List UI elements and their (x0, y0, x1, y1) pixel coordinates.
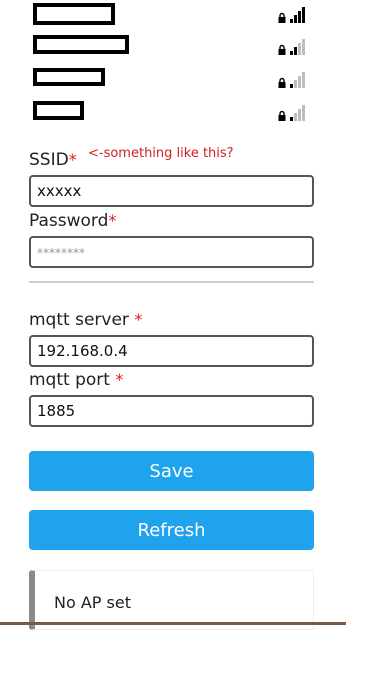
password-input[interactable] (29, 236, 314, 268)
ssid-annotation: <-something like this? (88, 146, 234, 161)
status-message-box: No AP set (29, 570, 314, 630)
mqtt-server-input[interactable] (29, 335, 314, 367)
signal-strength-icon (290, 39, 305, 55)
network-name-redacted (33, 3, 115, 25)
required-marker: * (134, 310, 143, 329)
network-name-redacted (33, 101, 84, 120)
lock-icon (278, 110, 286, 121)
save-button[interactable]: Save (29, 451, 314, 491)
required-marker: * (115, 370, 124, 389)
mqtt-server-label-text: mqtt server (29, 310, 129, 330)
mqtt-port-input[interactable] (29, 395, 314, 427)
mqtt-server-label: mqtt server * (29, 310, 142, 330)
mqtt-port-label-text: mqtt port (29, 370, 110, 390)
password-label-text: Password (29, 211, 109, 231)
signal-strength-icon (290, 105, 305, 121)
lock-icon (278, 12, 286, 23)
network-item[interactable] (33, 68, 305, 90)
divider (29, 281, 314, 283)
network-indicators (278, 3, 305, 23)
mqtt-port-label: mqtt port * (29, 370, 123, 390)
network-name-redacted (33, 68, 105, 86)
network-name-redacted (33, 35, 129, 54)
ssid-input[interactable] (29, 175, 314, 207)
network-indicators (278, 68, 305, 88)
required-marker: * (108, 211, 117, 230)
network-item[interactable] (33, 3, 305, 25)
network-item[interactable] (33, 101, 305, 123)
signal-strength-icon (290, 7, 305, 23)
ssid-label: SSID* (29, 150, 77, 170)
network-item[interactable] (33, 35, 305, 57)
bottom-divider (0, 622, 346, 625)
lock-icon (278, 77, 286, 88)
signal-strength-icon (290, 72, 305, 88)
lock-icon (278, 44, 286, 55)
status-message: No AP set (54, 593, 131, 612)
refresh-button[interactable]: Refresh (29, 510, 314, 550)
network-indicators (278, 35, 305, 55)
password-label: Password* (29, 211, 116, 231)
required-marker: * (68, 150, 77, 169)
network-indicators (278, 101, 305, 121)
ssid-label-text: SSID (29, 150, 69, 170)
